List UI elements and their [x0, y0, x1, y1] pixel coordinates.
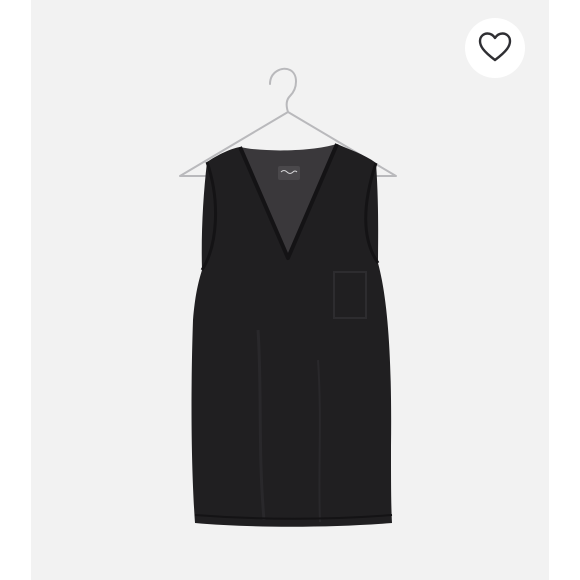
product-photo[interactable] — [0, 0, 580, 580]
heart-outline-icon — [478, 32, 512, 62]
like-button[interactable] — [465, 18, 525, 78]
tank-top-image — [179, 67, 397, 527]
